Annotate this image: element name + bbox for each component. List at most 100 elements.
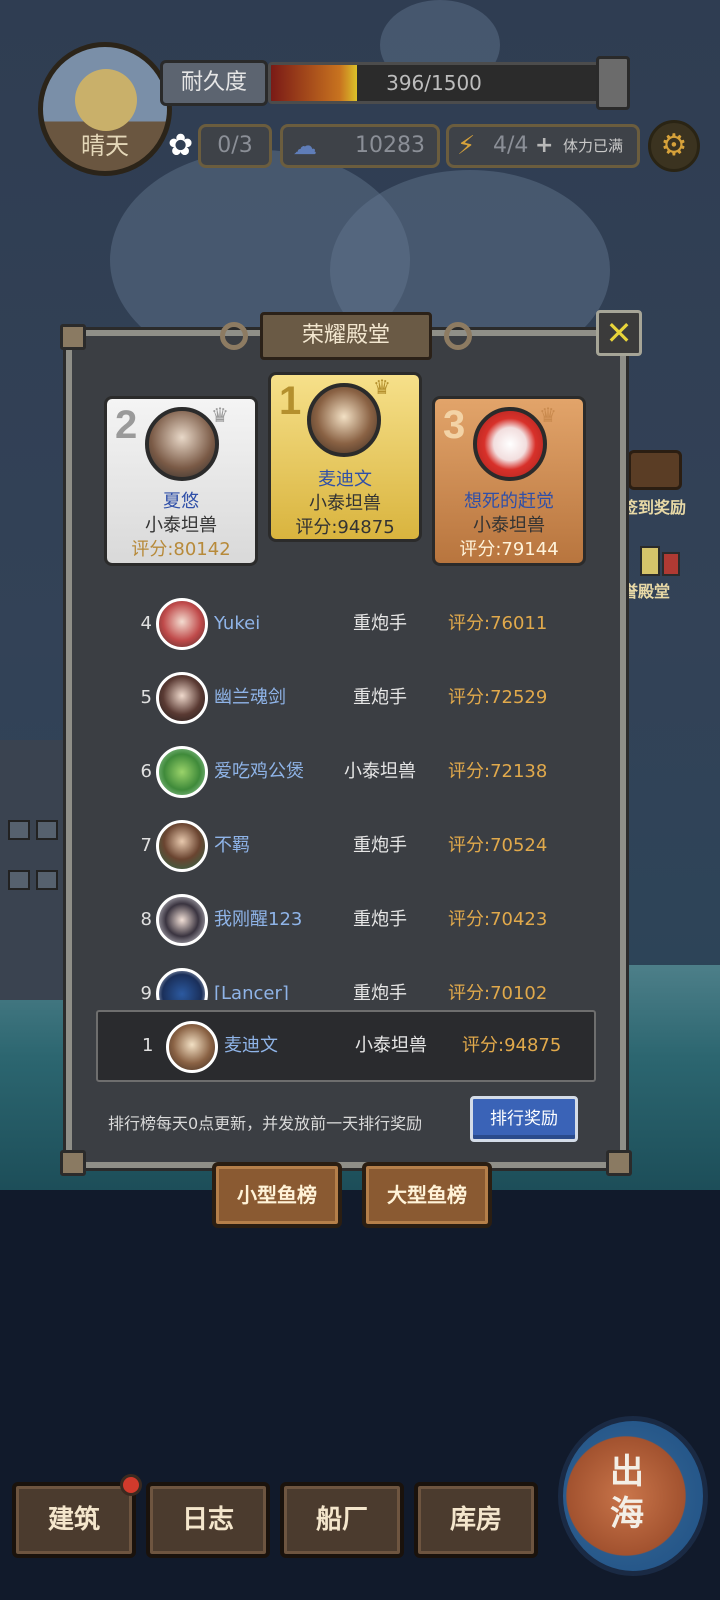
row-rank: 8 — [140, 909, 152, 930]
podium-score: 评分:94875 — [295, 517, 395, 538]
title-ring — [220, 322, 248, 350]
nav-shipyard-button[interactable]: 船厂 — [280, 1482, 404, 1558]
ranking-list[interactable]: 4 Yukei 重炮手 评分:76011 5 幽兰魂剑 重炮手 评分:72529… — [110, 596, 590, 1000]
avatar — [166, 1021, 218, 1073]
row-class: 重炮手 — [353, 835, 407, 856]
my-name: 麦迪文 — [224, 1035, 278, 1056]
podium-score: 评分:79144 — [459, 539, 559, 560]
my-rank: 1 — [142, 1035, 154, 1056]
row-name: 幽兰魂剑 — [214, 687, 286, 708]
close-icon[interactable]: ✕ — [596, 310, 642, 356]
panel-title-wrap: 荣耀殿堂 — [220, 308, 472, 364]
row-class: 重炮手 — [353, 983, 407, 1000]
coin-counter[interactable]: ☁ 10283 — [280, 124, 440, 168]
gear-icon[interactable]: ⚙ — [648, 120, 700, 172]
podium-rank-number: 1 — [279, 379, 302, 423]
panel-corner — [60, 1150, 86, 1176]
energy-value: 4/4 — [493, 133, 529, 158]
list-item[interactable]: 4 Yukei 重炮手 评分:76011 — [110, 596, 590, 652]
large-fish-board-button[interactable]: 大型鱼榜 — [362, 1162, 492, 1228]
avatar — [156, 746, 208, 798]
podium-rank-number: 2 — [115, 403, 138, 447]
row-name: 爱吃鸡公煲 — [214, 761, 304, 782]
sun-icon — [75, 69, 137, 131]
ship-background — [0, 740, 70, 1000]
row-score: 评分:70524 — [448, 835, 548, 856]
podium-rank-number: 3 — [443, 403, 466, 447]
nav-log-button[interactable]: 日志 — [146, 1482, 270, 1558]
bolt-icon: ⚡ — [457, 131, 476, 161]
set-sail-label: 出海 — [610, 1452, 644, 1534]
row-score: 评分:72529 — [448, 687, 548, 708]
crown-icon: ♛ — [373, 375, 391, 399]
list-item[interactable]: 8 我刚醒123 重炮手 评分:70423 — [110, 892, 590, 948]
small-fish-board-button[interactable]: 小型鱼榜 — [212, 1162, 342, 1228]
row-rank: 5 — [140, 687, 152, 708]
podium-name: 麦迪文 — [318, 469, 372, 490]
flower-icon: ✿ — [168, 128, 194, 163]
crown-icon: ♛ — [211, 403, 229, 427]
flower-count: 0/3 — [198, 124, 272, 168]
avatar — [156, 894, 208, 946]
row-name: 我刚醒123 — [214, 909, 303, 930]
avatar — [156, 820, 208, 872]
row-rank: 7 — [140, 835, 152, 856]
weather-indicator[interactable]: 晴天 — [38, 42, 172, 176]
ranking-reward-button[interactable]: 排行奖励 — [470, 1096, 578, 1142]
avatar — [156, 968, 208, 1000]
set-sail-button[interactable]: 出海 — [558, 1416, 708, 1576]
weather-label: 晴天 — [81, 132, 129, 160]
hall-icon — [640, 546, 660, 576]
list-item[interactable]: 9 [Lancer] 重炮手 评分:70102 — [110, 966, 590, 1000]
my-class: 小泰坦兽 — [355, 1035, 427, 1056]
row-class: 重炮手 — [353, 687, 407, 708]
podium-class: 小泰坦兽 — [309, 493, 381, 514]
title-ring — [444, 322, 472, 350]
podium-name: 想死的赶觉 — [464, 491, 554, 512]
row-class: 小泰坦兽 — [344, 761, 416, 782]
energy-status: 体力已满 — [563, 137, 624, 155]
podium-name: 夏悠 — [163, 491, 199, 512]
avatar — [156, 598, 208, 650]
row-rank: 4 — [140, 613, 152, 634]
my-rank-row[interactable]: 1 麦迪文 小泰坦兽 评分:94875 — [96, 1010, 596, 1082]
row-rank: 6 — [140, 761, 152, 782]
podium-rank-3[interactable]: 3 ♛ 想死的赶觉 小泰坦兽 评分:79144 — [432, 396, 586, 566]
sign-reward-label[interactable]: 签到奖励 — [622, 494, 686, 518]
panel-corner — [60, 324, 86, 350]
coin-value: 10283 — [355, 133, 425, 158]
podium-rank-2[interactable]: 2 ♛ 夏悠 小泰坦兽 评分:80142 — [104, 396, 258, 566]
row-name: Yukei — [214, 613, 261, 634]
my-score: 评分:94875 — [462, 1035, 562, 1056]
energy-counter[interactable]: ⚡ 4/4 + 体力已满 — [446, 124, 640, 168]
nav-storage-button[interactable]: 库房 — [414, 1482, 538, 1558]
notification-dot — [120, 1474, 142, 1496]
energy-plus-button[interactable]: + — [535, 127, 553, 165]
update-note: 排行榜每天0点更新，并发放前一天排行奖励 — [108, 1114, 423, 1133]
row-name: 不羁 — [214, 835, 250, 856]
row-score: 评分:72138 — [448, 761, 548, 782]
list-item[interactable]: 5 幽兰魂剑 重炮手 评分:72529 — [110, 670, 590, 726]
durability-label: 耐久度 — [160, 60, 268, 106]
list-item[interactable]: 7 不羁 重炮手 评分:70524 — [110, 818, 590, 874]
row-rank: 9 — [140, 983, 152, 1000]
podium-class: 小泰坦兽 — [145, 515, 217, 536]
durability-bar: 396/1500 — [268, 62, 600, 104]
row-score: 评分:76011 — [448, 613, 548, 634]
crown-icon: ♛ — [539, 403, 557, 427]
podium-rank-1[interactable]: 1 ♛ 麦迪文 小泰坦兽 评分:94875 — [268, 372, 422, 542]
panel-corner — [606, 1150, 632, 1176]
row-score: 评分:70423 — [448, 909, 548, 930]
hall-icon-bar — [662, 552, 680, 576]
list-item[interactable]: 6 爱吃鸡公煲 小泰坦兽 评分:72138 — [110, 744, 590, 800]
nav-build-button[interactable]: 建筑 — [12, 1482, 136, 1558]
panel-title: 荣耀殿堂 — [260, 312, 432, 360]
chest-icon[interactable] — [628, 450, 682, 490]
podium-score: 评分:80142 — [131, 539, 231, 560]
row-class: 重炮手 — [353, 909, 407, 930]
row-class: 重炮手 — [353, 613, 407, 634]
avatar — [156, 672, 208, 724]
durability-bar-cap — [596, 56, 630, 110]
cloud-icon: ☁ — [293, 132, 317, 160]
durability-value: 396/1500 — [386, 71, 482, 95]
